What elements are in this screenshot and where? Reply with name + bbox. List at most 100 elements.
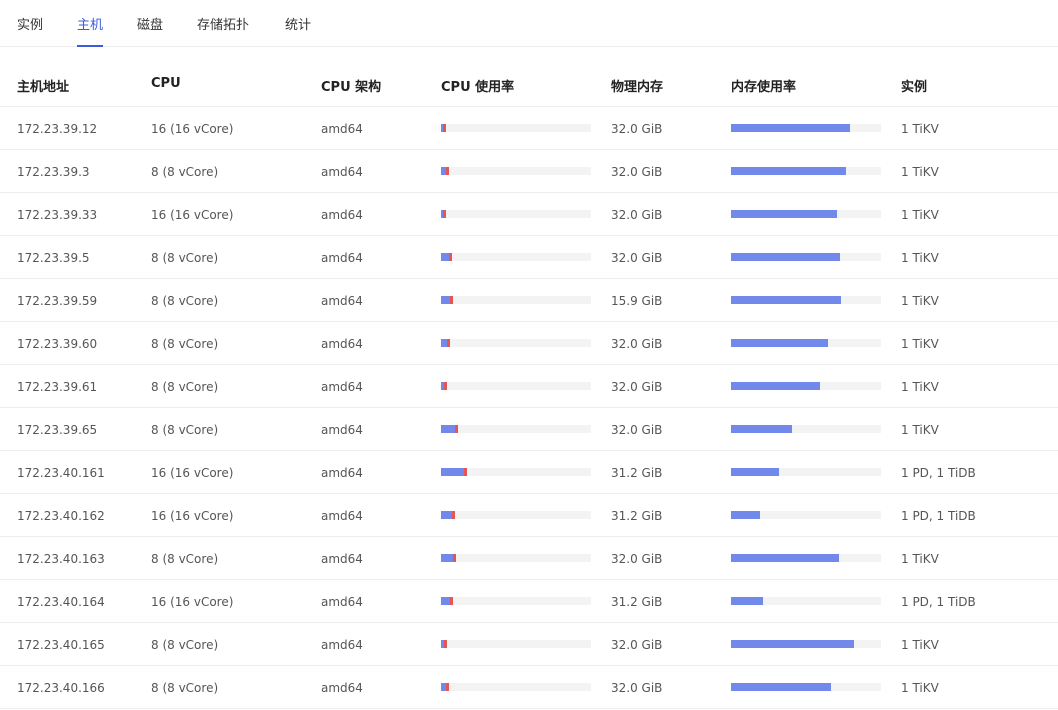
tab-storage-topology[interactable]: 存储拓扑 <box>197 14 249 47</box>
table-row[interactable]: 172.23.40.162 16 (16 vCore) amd64 31.2 GiB 1… <box>0 494 1058 537</box>
tab-statistics[interactable]: 统计 <box>285 14 311 47</box>
column-header-instances[interactable]: 实例 <box>901 76 927 95</box>
memory-usage-bar-fill <box>731 167 846 175</box>
tab-hosts[interactable]: 主机 <box>77 14 104 47</box>
table-row[interactable]: 172.23.39.5 8 (8 vCore) amd64 32.0 GiB 1 TiK… <box>0 236 1058 279</box>
cpu-cores: 8 (8 vCore) <box>151 552 219 566</box>
cpu-arch: amd64 <box>321 509 363 523</box>
physical-memory: 32.0 GiB <box>611 165 663 179</box>
table-row[interactable]: 172.23.40.165 8 (8 vCore) amd64 32.0 GiB 1 T… <box>0 623 1058 666</box>
physical-memory: 32.0 GiB <box>611 208 663 222</box>
physical-memory: 32.0 GiB <box>611 337 663 351</box>
cpu-usage-bar <box>441 683 591 691</box>
table-row[interactable]: 172.23.39.33 16 (16 vCore) amd64 32.0 GiB 1 … <box>0 193 1058 236</box>
column-header-cpu-arch[interactable]: CPU 架构 <box>321 76 381 95</box>
memory-usage-bar <box>731 468 881 476</box>
cpu-peak-marker <box>443 210 446 218</box>
cpu-usage-bar-fill <box>441 124 446 132</box>
table-row[interactable]: 172.23.39.12 16 (16 vCore) amd64 32.0 GiB 1 … <box>0 107 1058 150</box>
cpu-arch: amd64 <box>321 337 363 351</box>
table-row[interactable]: 172.23.39.65 8 (8 vCore) amd64 32.0 GiB 1 Ti… <box>0 408 1058 451</box>
physical-memory: 32.0 GiB <box>611 122 663 136</box>
memory-usage-bar <box>731 683 881 691</box>
instances: 1 TiKV <box>901 165 939 179</box>
cpu-arch: amd64 <box>321 294 363 308</box>
cpu-cores: 8 (8 vCore) <box>151 423 219 437</box>
cpu-cores: 8 (8 vCore) <box>151 165 219 179</box>
memory-usage-bar <box>731 296 881 304</box>
cpu-usage-bar <box>441 167 591 175</box>
cpu-arch: amd64 <box>321 466 363 480</box>
memory-usage-bar <box>731 124 881 132</box>
physical-memory: 32.0 GiB <box>611 380 663 394</box>
memory-usage-bar <box>731 511 881 519</box>
cpu-arch: amd64 <box>321 251 363 265</box>
column-header-cpu[interactable]: CPU <box>151 76 181 91</box>
memory-usage-bar-fill <box>731 382 820 390</box>
column-header-host[interactable]: 主机地址 <box>17 76 69 95</box>
instances: 1 TiKV <box>901 251 939 265</box>
memory-usage-bar <box>731 554 881 562</box>
memory-usage-bar-fill <box>731 296 841 304</box>
cpu-peak-marker <box>449 253 452 261</box>
cpu-cores: 16 (16 vCore) <box>151 208 234 222</box>
host-address: 172.23.39.60 <box>17 337 98 351</box>
cpu-cores: 8 (8 vCore) <box>151 251 219 265</box>
table-row[interactable]: 172.23.40.164 16 (16 vCore) amd64 31.2 GiB 1… <box>0 580 1058 623</box>
memory-usage-bar <box>731 253 881 261</box>
cpu-usage-bar-fill <box>441 210 446 218</box>
cpu-usage-bar-fill <box>441 167 449 175</box>
cpu-usage-bar <box>441 511 591 519</box>
table-row[interactable]: 172.23.40.166 8 (8 vCore) amd64 32.0 GiB 1 T… <box>0 666 1058 709</box>
instances: 1 TiKV <box>901 552 939 566</box>
memory-usage-bar-fill <box>731 425 792 433</box>
cpu-peak-marker <box>446 683 449 691</box>
physical-memory: 32.0 GiB <box>611 681 663 695</box>
instances: 1 TiKV <box>901 122 939 136</box>
cpu-peak-marker <box>455 425 458 433</box>
cpu-arch: amd64 <box>321 122 363 136</box>
memory-usage-bar-fill <box>731 468 779 476</box>
memory-usage-bar <box>731 425 881 433</box>
cpu-arch: amd64 <box>321 208 363 222</box>
instances: 1 TiKV <box>901 337 939 351</box>
host-address: 172.23.39.12 <box>17 122 98 136</box>
cpu-cores: 16 (16 vCore) <box>151 595 234 609</box>
instances: 1 TiKV <box>901 423 939 437</box>
table-row[interactable]: 172.23.39.3 8 (8 vCore) amd64 32.0 GiB 1 TiK… <box>0 150 1058 193</box>
tab-instances[interactable]: 实例 <box>17 14 43 47</box>
host-address: 172.23.40.164 <box>17 595 105 609</box>
tab-bar: 实例 主机 磁盘 存储拓扑 统计 <box>0 0 1058 47</box>
host-address: 172.23.40.165 <box>17 638 105 652</box>
table-body: 172.23.39.12 16 (16 vCore) amd64 32.0 GiB 1 … <box>0 107 1058 709</box>
cpu-cores: 16 (16 vCore) <box>151 122 234 136</box>
table-row[interactable]: 172.23.40.163 8 (8 vCore) amd64 32.0 GiB 1 T… <box>0 537 1058 580</box>
instances: 1 TiKV <box>901 294 939 308</box>
memory-usage-bar <box>731 210 881 218</box>
cpu-peak-marker <box>444 640 447 648</box>
table-row[interactable]: 172.23.39.59 8 (8 vCore) amd64 15.9 GiB 1 Ti… <box>0 279 1058 322</box>
column-header-cpu-usage[interactable]: CPU 使用率 <box>441 76 514 95</box>
table-row[interactable]: 172.23.40.161 16 (16 vCore) amd64 31.2 GiB 1… <box>0 451 1058 494</box>
column-header-memory[interactable]: 物理内存 <box>611 76 663 95</box>
memory-usage-bar-fill <box>731 683 831 691</box>
cpu-cores: 8 (8 vCore) <box>151 337 219 351</box>
memory-usage-bar-fill <box>731 253 840 261</box>
physical-memory: 15.9 GiB <box>611 294 663 308</box>
table-row[interactable]: 172.23.39.60 8 (8 vCore) amd64 32.0 GiB 1 Ti… <box>0 322 1058 365</box>
cpu-usage-bar-fill <box>441 425 458 433</box>
cpu-cores: 16 (16 vCore) <box>151 466 234 480</box>
cpu-usage-bar <box>441 425 591 433</box>
cpu-usage-bar-fill <box>441 468 467 476</box>
cpu-peak-marker <box>450 597 453 605</box>
cpu-arch: amd64 <box>321 165 363 179</box>
table-row[interactable]: 172.23.39.61 8 (8 vCore) amd64 32.0 GiB 1 Ti… <box>0 365 1058 408</box>
physical-memory: 32.0 GiB <box>611 251 663 265</box>
tab-disks[interactable]: 磁盘 <box>137 14 163 47</box>
cpu-arch: amd64 <box>321 638 363 652</box>
column-header-memory-usage[interactable]: 内存使用率 <box>731 76 796 95</box>
instances: 1 PD, 1 TiDB <box>901 509 976 523</box>
cpu-usage-bar <box>441 296 591 304</box>
cpu-usage-bar-fill <box>441 382 447 390</box>
cpu-cores: 8 (8 vCore) <box>151 681 219 695</box>
